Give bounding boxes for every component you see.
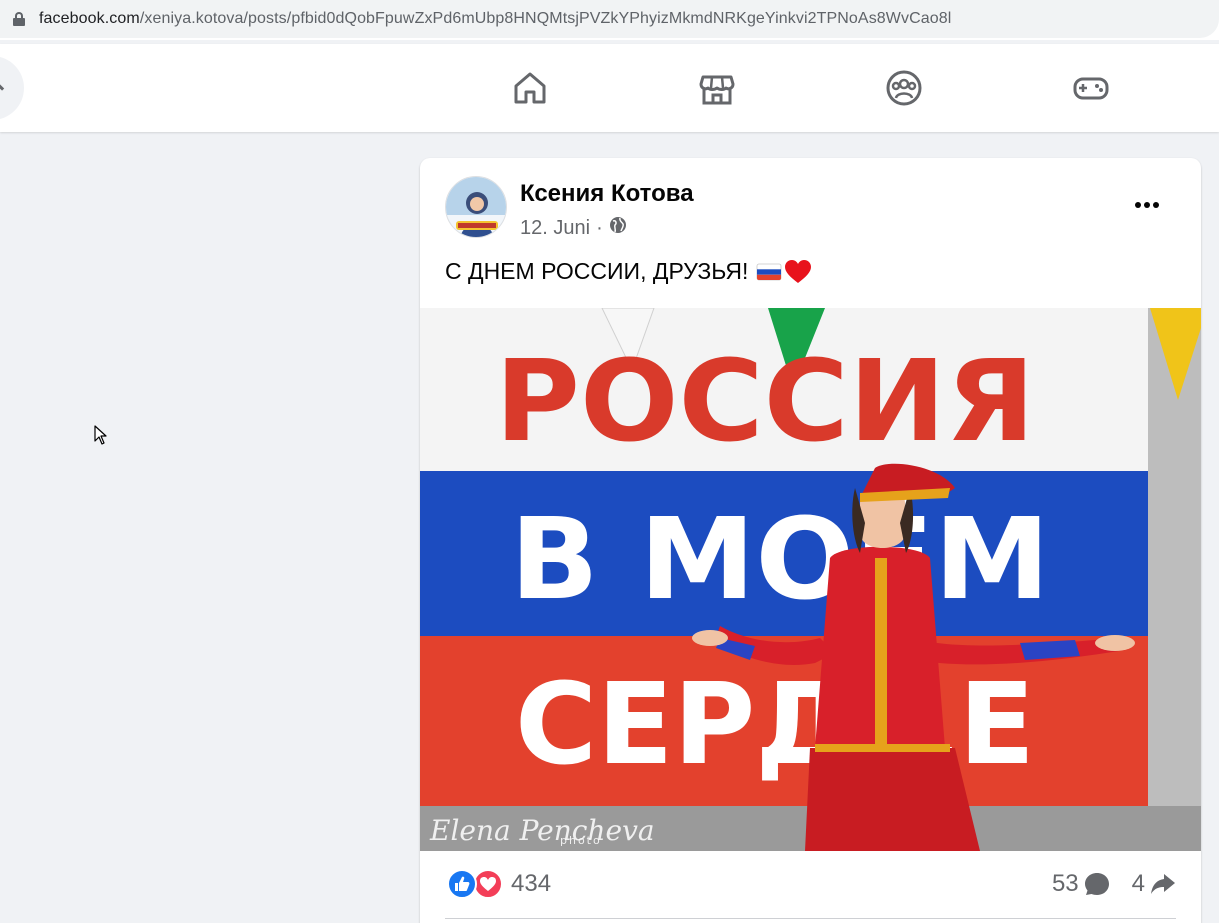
shares-count-button[interactable]: 4: [1132, 870, 1176, 898]
top-navigation: [0, 44, 1219, 132]
banner-line-1: РОССИЯ: [495, 337, 1035, 467]
comment-icon: [1084, 873, 1109, 895]
post-meta: 12. Juni ·: [520, 216, 627, 240]
post-author-name[interactable]: Ксения Котова: [520, 180, 694, 208]
photo-watermark-sub: photo: [560, 834, 602, 847]
dot: [1135, 202, 1141, 208]
post-text: С ДНЕМ РОССИИ, ДРУЗЬЯ!: [445, 258, 812, 285]
lock-icon[interactable]: [13, 12, 25, 26]
more-options-button[interactable]: [1128, 188, 1166, 222]
url-path: /xeniya.kotova/posts/pfbid0dQobFpuwZxPd6…: [139, 10, 952, 27]
post-card: Ксения Котова 12. Juni · С ДНЕМ РОССИИ, …: [420, 158, 1201, 923]
love-reaction-icon: [473, 869, 503, 899]
reaction-count: 434: [511, 870, 552, 897]
dot: [1153, 202, 1159, 208]
search-button[interactable]: [0, 56, 24, 120]
url-field[interactable]: facebook.com/xeniya.kotova/posts/pfbid0d…: [0, 0, 1219, 38]
photo-watermark: Elena Pencheva: [429, 814, 655, 847]
meta-separator: ·: [596, 216, 603, 239]
dot: [1144, 202, 1150, 208]
avatar[interactable]: [445, 176, 507, 238]
post-text-content: С ДНЕМ РОССИИ, ДРУЗЬЯ!: [445, 258, 749, 284]
post-emojis: [756, 259, 812, 285]
home-icon[interactable]: [510, 68, 550, 108]
groups-icon[interactable]: [884, 68, 924, 108]
comments-count-button[interactable]: 53: [1052, 870, 1110, 898]
action-divider: [445, 918, 1176, 919]
share-icon: [1151, 874, 1175, 894]
banner-line-2: В МОЁМ: [510, 493, 1050, 625]
shares-count: 4: [1131, 870, 1145, 897]
engagement-stats: 53 4: [1052, 870, 1176, 898]
globe-icon[interactable]: [609, 216, 627, 240]
gaming-icon[interactable]: [1071, 68, 1111, 108]
reactions-summary[interactable]: 434: [447, 869, 551, 899]
post-date[interactable]: 12. Juni: [520, 217, 590, 240]
post-photo[interactable]: РОССИЯ В МОЁМ СЕРДЦЕ Elena Pencheva phot…: [420, 308, 1201, 851]
marketplace-icon[interactable]: [697, 68, 737, 108]
like-reaction-icon: [447, 869, 477, 899]
mouse-cursor-icon: [94, 425, 107, 445]
url-domain: facebook.com: [39, 10, 140, 27]
comments-count: 53: [1051, 870, 1079, 897]
red-heart-emoji: [785, 259, 812, 283]
url-text[interactable]: facebook.com/xeniya.kotova/posts/pfbid0d…: [39, 10, 951, 28]
browser-address-bar: facebook.com/xeniya.kotova/posts/pfbid0d…: [0, 0, 1219, 40]
russia-flag-emoji: [756, 263, 782, 280]
